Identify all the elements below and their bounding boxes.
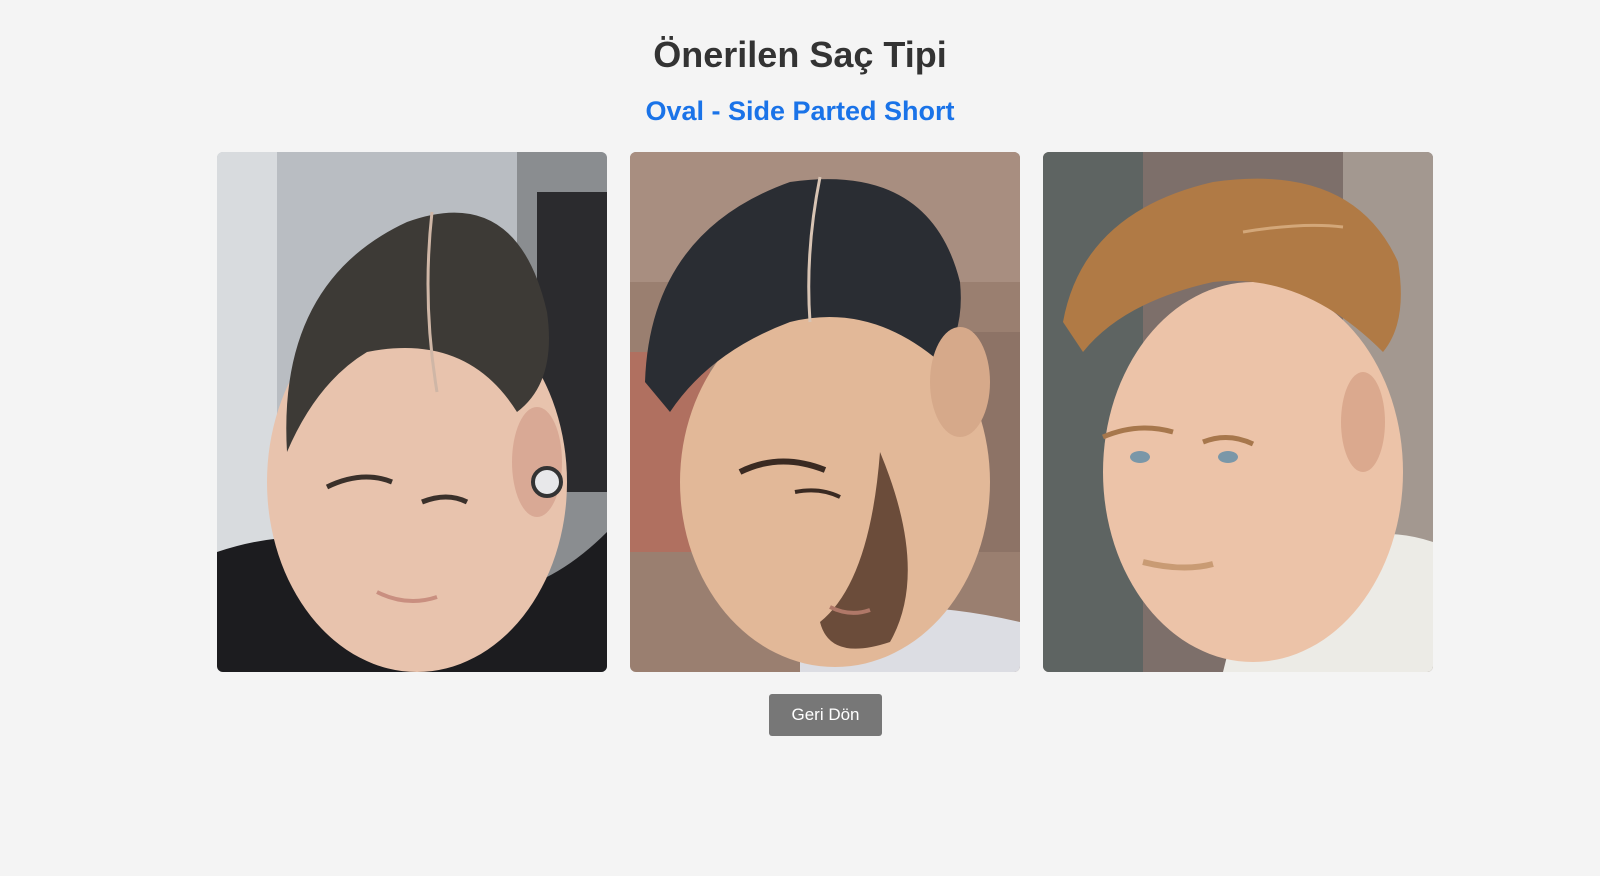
hairstyle-photo-1 xyxy=(217,152,607,672)
hairstyle-photo-3-image xyxy=(1043,152,1433,672)
hairstyle-photo-1-image xyxy=(217,152,607,672)
hairstyle-photo-3 xyxy=(1043,152,1433,672)
page-title: Önerilen Saç Tipi xyxy=(653,34,947,75)
face-type-heading: Oval - Side Parted Short xyxy=(645,96,955,126)
page: Önerilen Saç Tipi Oval - Side Parted Sho… xyxy=(0,0,1600,876)
hairstyle-gallery xyxy=(217,152,1435,672)
back-button[interactable]: Geri Dön xyxy=(769,694,882,736)
hairstyle-photo-2-image xyxy=(630,152,1020,672)
hairstyle-photo-2 xyxy=(630,152,1020,672)
